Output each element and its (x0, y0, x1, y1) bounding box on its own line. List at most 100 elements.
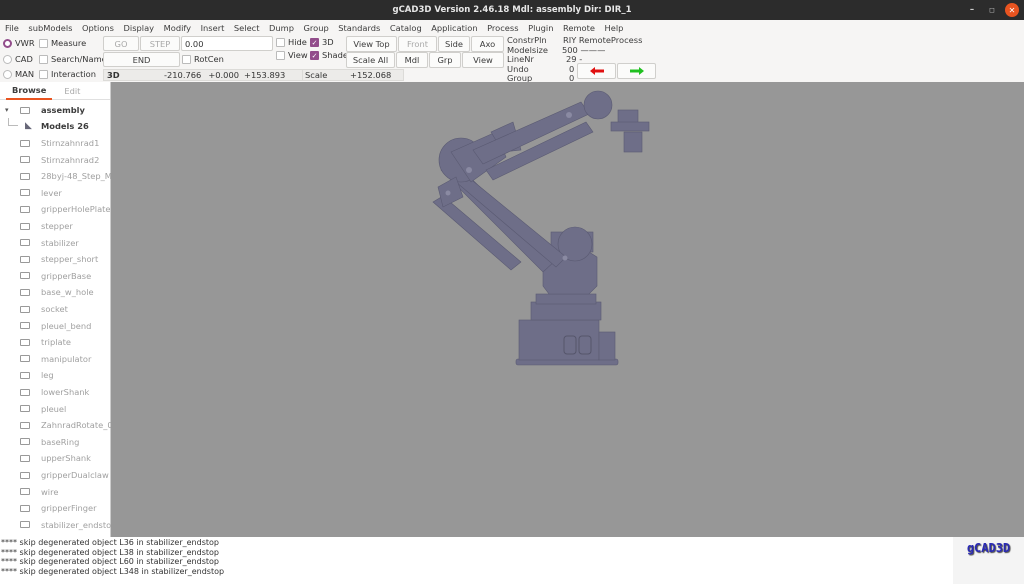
front-button[interactable]: Front (398, 36, 437, 52)
view-button[interactable]: View (462, 52, 504, 68)
model-joint-highlight (466, 167, 472, 173)
model-icon (20, 438, 30, 446)
menu-display[interactable]: Display (124, 23, 155, 33)
model-icon (20, 388, 30, 396)
menu-file[interactable]: File (5, 23, 19, 33)
mdl-button[interactable]: Mdl (396, 52, 428, 68)
logo-text: gCAD3D (966, 541, 1011, 555)
menu-modify[interactable]: Modify (164, 23, 192, 33)
tree-item-label: pleuel (41, 403, 67, 414)
search-name-checkbox[interactable]: Search/Name (39, 54, 107, 64)
tree-item[interactable]: stepper (0, 218, 111, 234)
checkbox-icon (39, 69, 48, 79)
menu-dump[interactable]: Dump (269, 23, 294, 33)
tab-edit[interactable]: Edit (58, 82, 86, 100)
tree-item[interactable]: baseRing (0, 434, 111, 450)
3d-checkbox[interactable]: ✓ 3D (310, 37, 334, 47)
checkbox-icon (39, 38, 48, 48)
expand-arrow-icon[interactable]: ▾ (5, 106, 9, 114)
scale-all-button[interactable]: Scale All (346, 52, 395, 68)
3d-viewport[interactable] (111, 82, 1024, 537)
tree-item[interactable]: upperShank (0, 450, 111, 466)
grp-button[interactable]: Grp (429, 52, 461, 68)
coord-mode: 3D (107, 70, 120, 80)
tree-item[interactable]: pleuel_bend (0, 318, 111, 334)
tree-item[interactable]: stabilizer (0, 235, 111, 251)
view-checkbox[interactable]: View (276, 50, 308, 60)
menu-select[interactable]: Select (234, 23, 260, 33)
tree-item[interactable]: leg (0, 367, 111, 383)
interaction-checkbox[interactable]: Interaction (39, 69, 96, 79)
menu-remote[interactable]: Remote (563, 23, 595, 33)
view-top-button[interactable]: View Top (346, 36, 397, 52)
rotcen-checkbox[interactable]: RotCen (182, 54, 224, 64)
model-joint-highlight (445, 190, 451, 196)
menu-help[interactable]: Help (604, 23, 623, 33)
close-button[interactable]: ✕ (1005, 3, 1019, 17)
tree-item[interactable]: gripperBase (0, 268, 111, 284)
menu-insert[interactable]: Insert (201, 23, 225, 33)
tree-item-label: manipulator (41, 353, 92, 364)
modelsize-label: Modelsize (507, 44, 548, 55)
model-base-ring (530, 301, 602, 321)
back-button[interactable] (577, 63, 616, 79)
value-input[interactable]: 0.00 (181, 36, 273, 51)
tree-item[interactable]: gripperDualclaw (0, 467, 111, 483)
tree-item-label: gripperFinger (41, 503, 97, 514)
measure-checkbox[interactable]: Measure (39, 38, 86, 48)
tree-item[interactable]: triplate (0, 334, 111, 350)
tree-item-label: lowerShank (41, 387, 90, 397)
minimize-button[interactable]: – (966, 0, 978, 20)
model-icon (20, 172, 30, 180)
tree-item[interactable]: ZahnradRotate_0.2 (0, 417, 111, 433)
tree-item[interactable]: gripperHolePlate (0, 201, 111, 217)
tree-item[interactable]: Stirnzahnrad2 (0, 152, 111, 168)
linenr-label: LineNr (507, 54, 534, 64)
menu-group[interactable]: Group (304, 23, 329, 33)
forward-button[interactable] (617, 63, 656, 79)
menu-standards[interactable]: Standards (338, 23, 380, 33)
menu-catalog[interactable]: Catalog (390, 23, 422, 33)
radio-icon (3, 69, 12, 79)
tree-item[interactable]: stabilizer_endstop (0, 517, 111, 533)
menu-plugin[interactable]: Plugin (528, 23, 553, 33)
constrpln-value: RIY RemoteProcess (563, 35, 643, 45)
shade-checkbox[interactable]: ✓ Shade (310, 50, 348, 60)
maximize-button[interactable]: ◻ (986, 0, 998, 20)
tree-models-node[interactable]: ◣ Models 26 (0, 118, 111, 134)
mode-man-radio[interactable]: MAN (3, 69, 34, 79)
tree-item[interactable]: socket (0, 301, 111, 317)
menu-application[interactable]: Application (431, 23, 477, 33)
menu-submodels[interactable]: subModels (28, 23, 72, 33)
model-icon (20, 106, 30, 114)
hide-checkbox[interactable]: Hide (276, 37, 307, 47)
tree-item[interactable]: lowerShank (0, 384, 111, 400)
tree-item[interactable]: gripperFinger (0, 500, 111, 516)
tree-item[interactable]: wire (0, 484, 111, 500)
go-button[interactable]: GO (103, 36, 139, 51)
model-icon (20, 288, 30, 296)
tree-item[interactable]: Stirnzahnrad1 (0, 135, 111, 151)
tree-item[interactable]: lever (0, 185, 111, 201)
menu-options[interactable]: Options (82, 23, 114, 33)
step-button[interactable]: STEP (140, 36, 180, 51)
app-logo: gCAD3D (953, 537, 1024, 584)
tree-item[interactable]: base_w_hole (0, 284, 111, 300)
scale-label: Scale (305, 70, 328, 80)
axo-button[interactable]: Axo (471, 36, 504, 52)
side-button[interactable]: Side (438, 36, 470, 52)
mode-cad-radio[interactable]: CAD (3, 54, 33, 64)
tree-item[interactable]: manipulator (0, 351, 111, 367)
tree-item[interactable]: stepper_short (0, 251, 111, 267)
mode-vwr-radio[interactable]: VWR (3, 38, 35, 48)
tree-item[interactable]: 28byj-48_Step_Mot (0, 168, 111, 184)
tree-root-assembly[interactable]: ▾ assembly (0, 102, 111, 118)
tree-item-label: triplate (41, 337, 71, 348)
tab-browse[interactable]: Browse (6, 82, 53, 100)
model-base-side (598, 331, 616, 361)
model-joint-highlight (566, 112, 572, 118)
end-button[interactable]: END (103, 52, 180, 67)
menu-process[interactable]: Process (487, 23, 518, 33)
tree-item[interactable]: pleuel (0, 401, 111, 417)
undo-value: 0 (569, 63, 575, 74)
